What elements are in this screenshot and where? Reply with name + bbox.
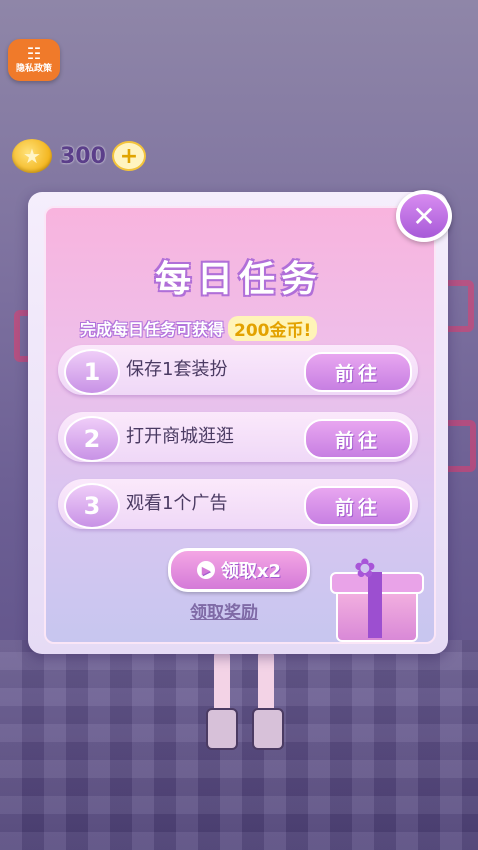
claim-double-label: 领取x2 [220,561,282,582]
task-row: 2 打开商城逛逛 前往 [58,412,418,462]
task-row: 1 保存1套装扮 前往 [58,345,418,395]
gift-box-icon: ✿ [318,552,438,642]
privacy-policy-button[interactable]: ☷ 隐私政策 [8,39,60,81]
dialog-subtitle: 完成每日任务可获得 200金币! [80,315,318,341]
task-number: 3 [64,483,120,529]
go-button[interactable]: 前往 [304,486,412,526]
claim-double-button[interactable]: ▶ 领取x2 [168,548,310,592]
go-button[interactable]: 前往 [304,352,412,392]
close-icon: ✕ [412,199,436,233]
gift-bow-icon: ✿ [354,554,376,584]
reward-amount: 200金币! [228,315,318,341]
subtitle-text: 完成每日任务可获得 [80,320,225,339]
task-number: 2 [64,416,120,462]
star-icon: ★ [23,144,41,168]
character-legs [200,650,290,750]
close-button[interactable]: ✕ [396,190,452,242]
add-coins-button[interactable]: + [111,141,146,171]
task-label: 保存1套装扮 [126,359,228,380]
claim-reward-link[interactable]: 领取奖励 [190,598,258,623]
character-boot-right [252,708,284,750]
privacy-policy-label: 隐私政策 [15,63,52,74]
play-icon: ▶ [196,561,215,579]
go-button[interactable]: 前往 [304,419,412,459]
character-boot-left [206,708,238,750]
coin-bar: ★ 300 + [12,138,146,174]
task-number: 1 [64,349,120,395]
dialog-title: 每日任务 [154,259,323,300]
coin-icon: ★ [12,139,52,173]
coin-count: 300 [60,143,106,169]
task-row: 3 观看1个广告 前往 [58,479,418,529]
task-label: 观看1个广告 [126,493,228,514]
document-icon: ☷ [26,43,42,63]
task-label: 打开商城逛逛 [126,426,234,447]
